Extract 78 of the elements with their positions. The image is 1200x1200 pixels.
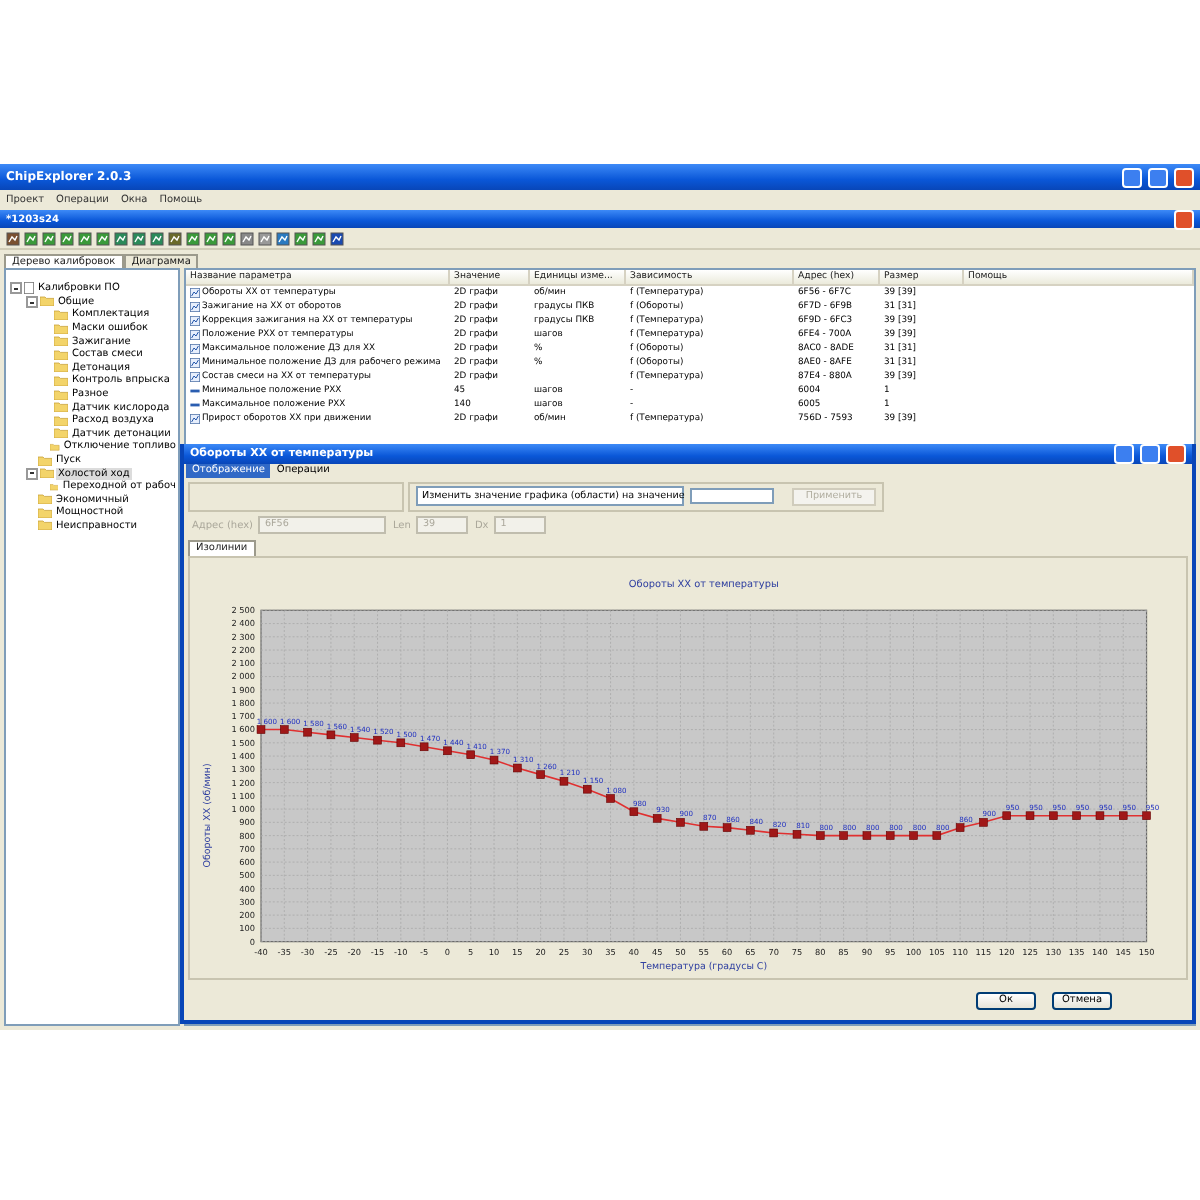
data-point bbox=[443, 747, 452, 756]
chart-icon bbox=[190, 372, 200, 382]
minimize-button[interactable] bbox=[1114, 444, 1134, 464]
toolbar-icon[interactable] bbox=[114, 231, 128, 245]
toolbar-icon[interactable] bbox=[6, 231, 20, 245]
data-point bbox=[373, 736, 382, 746]
toolbar-icon[interactable] bbox=[24, 231, 38, 245]
data-point bbox=[1049, 812, 1058, 821]
data-point bbox=[1025, 812, 1035, 821]
data-point bbox=[979, 819, 988, 828]
data-point bbox=[885, 832, 895, 841]
data-point bbox=[419, 743, 429, 752]
data-point bbox=[862, 832, 872, 841]
tree-expander[interactable] bbox=[26, 295, 38, 308]
close-button[interactable] bbox=[1166, 444, 1186, 464]
chart-icon bbox=[190, 358, 200, 368]
data-point bbox=[1095, 812, 1105, 821]
data-point bbox=[1072, 812, 1081, 821]
chart-icon bbox=[190, 302, 200, 312]
data-point bbox=[1119, 812, 1128, 821]
data-point bbox=[536, 771, 545, 780]
data-point bbox=[326, 731, 336, 740]
minimize-button[interactable] bbox=[1122, 167, 1142, 187]
data-point bbox=[303, 728, 312, 738]
data-point bbox=[955, 824, 965, 833]
data-point bbox=[629, 808, 639, 817]
data-point bbox=[769, 829, 778, 839]
data-point bbox=[932, 832, 942, 841]
toolbar-icon[interactable] bbox=[78, 231, 92, 245]
data-point bbox=[839, 832, 848, 841]
data-point bbox=[256, 726, 266, 735]
data-point bbox=[792, 830, 802, 840]
data-point bbox=[349, 734, 359, 743]
toolbar-icon[interactable] bbox=[312, 231, 326, 245]
toolbar-icon[interactable] bbox=[258, 231, 272, 245]
data-point bbox=[676, 819, 685, 828]
data-point bbox=[513, 764, 522, 774]
toolbar-icon[interactable] bbox=[42, 231, 56, 245]
data-point bbox=[816, 832, 825, 841]
data-point bbox=[652, 815, 662, 824]
toolbar-icon[interactable] bbox=[168, 231, 182, 245]
data-point bbox=[1142, 812, 1151, 821]
toolbar-icon[interactable] bbox=[330, 231, 344, 245]
toolbar-icon[interactable] bbox=[96, 231, 110, 245]
data-point bbox=[746, 826, 755, 836]
data-point bbox=[466, 751, 475, 760]
maximize-button[interactable] bbox=[1140, 444, 1160, 464]
toolbar-icon[interactable] bbox=[186, 231, 200, 245]
data-point bbox=[489, 756, 499, 766]
chart-icon bbox=[190, 316, 200, 326]
chart-icon bbox=[190, 288, 200, 298]
data-point bbox=[606, 795, 615, 804]
data-point bbox=[1002, 812, 1011, 821]
data-point bbox=[559, 777, 569, 787]
chart-icon bbox=[190, 344, 200, 354]
data-point bbox=[583, 785, 592, 795]
close-button[interactable] bbox=[1174, 209, 1194, 229]
toolbar-icon[interactable] bbox=[204, 231, 218, 245]
close-button[interactable] bbox=[1174, 167, 1194, 187]
maximize-button[interactable] bbox=[1148, 167, 1168, 187]
chart-icon bbox=[190, 330, 200, 340]
data-point bbox=[699, 823, 708, 832]
tree-expander[interactable] bbox=[26, 467, 38, 480]
toolbar-icon[interactable] bbox=[150, 231, 164, 245]
data-point bbox=[909, 832, 918, 841]
toolbar-icon[interactable] bbox=[60, 231, 74, 245]
tree-expander[interactable] bbox=[10, 282, 22, 295]
chart-icon bbox=[190, 414, 200, 424]
data-point bbox=[722, 824, 732, 833]
toolbar-icon[interactable] bbox=[240, 231, 254, 245]
toolbar-icon[interactable] bbox=[276, 231, 290, 245]
toolbar-icon[interactable] bbox=[222, 231, 236, 245]
data-point bbox=[280, 726, 289, 735]
document-icon bbox=[24, 282, 34, 295]
toolbar-icon[interactable] bbox=[132, 231, 146, 245]
data-point bbox=[396, 739, 406, 748]
toolbar-icon[interactable] bbox=[294, 231, 308, 245]
value-input[interactable] bbox=[690, 488, 774, 505]
